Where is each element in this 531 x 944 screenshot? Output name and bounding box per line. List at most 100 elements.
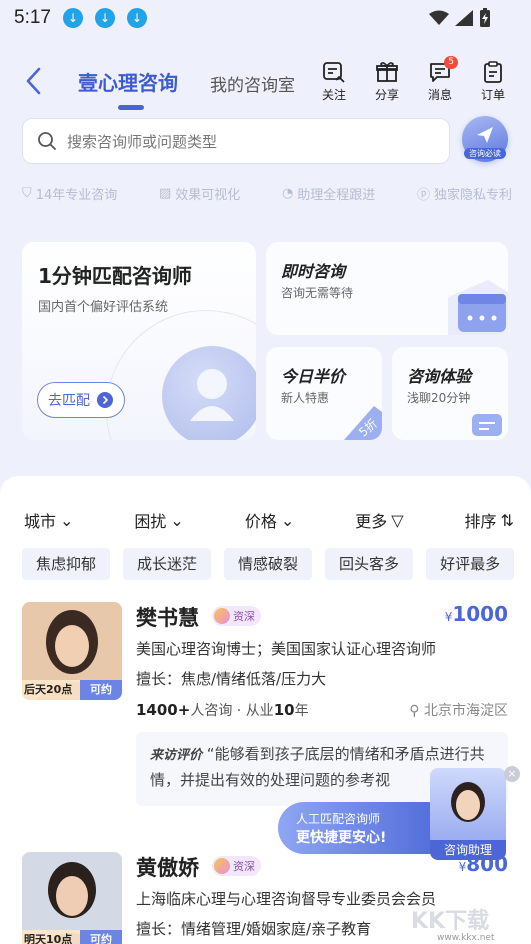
share-label: 分享: [374, 88, 399, 102]
battery-icon: [480, 8, 490, 27]
tab-my-consult-room[interactable]: 我的咨询室: [210, 71, 295, 96]
chat-bubble-icon: ◔: [281, 186, 294, 201]
counselor-name: 樊书慧: [136, 606, 199, 630]
wifi-icon: [429, 10, 449, 25]
tag-anxiety-depression[interactable]: 焦虑抑郁: [22, 548, 111, 580]
orders-label: 订单: [480, 88, 505, 102]
trial-consult-title: 咨询体验: [407, 367, 472, 386]
match-illustration: [162, 346, 256, 440]
messages-label: 消息: [427, 88, 452, 102]
availability-time: 后天20点: [22, 680, 80, 700]
bookable-label: 可约: [80, 680, 122, 700]
availability-time: 明天10点: [22, 930, 80, 944]
feature-item: ⛉ 14年专业咨询: [22, 186, 118, 203]
watermark: KK下载 www.kkx.net: [403, 900, 523, 943]
assistant-bubble[interactable]: 人工匹配咨询师 更快捷更安心!: [278, 802, 453, 854]
back-arrow-icon[interactable]: [22, 66, 46, 96]
bookable-label: 可约: [80, 930, 122, 944]
chevron-down-icon: ⌄: [170, 510, 184, 530]
counselor-stats: 1400+人咨询 · 从业10年: [136, 701, 309, 719]
search-icon: [38, 132, 56, 150]
instant-consult-subtitle: 咨询无需等待: [281, 286, 354, 300]
tag-relationship-breakup[interactable]: 情感破裂: [224, 548, 313, 580]
order-icon: [484, 61, 502, 83]
follow-label: 关注: [321, 88, 346, 102]
filter-problem[interactable]: 困扰 ⌄: [134, 508, 183, 532]
share-button[interactable]: 分享: [369, 60, 405, 103]
active-tab-indicator: [118, 105, 144, 110]
close-icon[interactable]: ×: [504, 766, 520, 782]
assistant-label: 咨询助理: [430, 840, 506, 860]
tag-returning-clients[interactable]: 回头客多: [325, 548, 414, 580]
counselor-credentials: 上海临床心理与心理咨询督导专业委员会会员: [136, 890, 437, 908]
search-placeholder: 搜索咨询师或问题类型: [67, 132, 218, 151]
chat-icon: [472, 414, 502, 436]
counselor-location: ⚲ 北京市海淀区: [409, 703, 508, 719]
availability-bar: 后天20点 可约: [22, 680, 122, 700]
chevron-down-icon: ⌄: [60, 510, 74, 530]
level-badge: 资深: [212, 606, 261, 626]
availability-bar: 明天10点 可约: [22, 930, 122, 944]
counselor-photo: 明天10点 可约: [22, 852, 122, 944]
counselor-specialty: 擅长：焦虑/情绪低落/压力大: [136, 670, 327, 688]
follow-button[interactable]: 关注: [316, 60, 352, 103]
counselor-specialty: 擅长：情绪管理/婚姻家庭/亲子教育: [136, 920, 372, 938]
status-bar: 5:17 ↓ ↓ ↓: [0, 0, 531, 36]
quick-match-title: 1分钟匹配咨询师: [38, 264, 192, 288]
medal-icon: [214, 608, 230, 624]
chevron-right-icon: [97, 392, 113, 408]
message-count-badge: 5: [444, 56, 458, 69]
quick-match-subtitle: 国内首个偏好评估系统: [38, 300, 169, 315]
sort-icon: ⇅: [500, 510, 514, 530]
instant-consult-title: 即时咨询: [281, 262, 346, 281]
status-time: 5:17: [14, 7, 51, 28]
quick-match-card[interactable]: 1分钟匹配咨询师 国内首个偏好评估系统 去匹配: [22, 242, 256, 440]
go-match-button[interactable]: 去匹配: [37, 382, 125, 418]
gift-icon: [376, 62, 398, 82]
topic-tags: 焦虑抑郁 成长迷茫 情感破裂 回头客多 好评最多: [22, 548, 531, 580]
filter-city[interactable]: 城市 ⌄: [24, 508, 73, 532]
counselor-credentials: 美国心理咨询博士；美国国家认证心理咨询师: [136, 640, 437, 658]
calendar-icon: [448, 280, 508, 335]
download-icon: ↓: [94, 8, 115, 28]
feature-item: ◔ 助理全程跟进: [281, 186, 376, 203]
filter-sort[interactable]: 排序 ⇅: [465, 508, 514, 532]
tag-most-praised[interactable]: 好评最多: [426, 548, 515, 580]
funnel-icon: ▽: [391, 510, 404, 530]
tab-yixinli-consult[interactable]: 壹心理咨询: [78, 67, 178, 96]
filter-bar: 城市 ⌄ 困扰 ⌄ 价格 ⌄ 更多 ▽ 排序 ⇅: [24, 508, 514, 532]
messages-button[interactable]: 5 消息: [422, 56, 458, 103]
assistant-widget[interactable]: 人工匹配咨询师 更快捷更安心! 咨询助理 ×: [278, 766, 520, 860]
trial-consult-card[interactable]: 咨询体验 浅聊20分钟: [392, 347, 508, 440]
half-price-title: 今日半价: [281, 367, 346, 386]
counselor-name: 黄傲娇: [136, 856, 199, 880]
half-price-subtitle: 新人特惠: [281, 391, 330, 405]
tag-growth-confusion[interactable]: 成长迷茫: [123, 548, 212, 580]
half-price-card[interactable]: 今日半价 新人特惠 5折: [266, 347, 382, 440]
filter-more[interactable]: 更多 ▽: [355, 508, 403, 532]
instant-consult-card[interactable]: 即时咨询 咨询无需等待: [266, 242, 508, 335]
trial-consult-subtitle: 浅聊20分钟: [407, 391, 471, 405]
signal-icon: [455, 10, 473, 26]
patent-icon: ⓟ: [416, 188, 430, 203]
svg-text:www.kkx.net: www.kkx.net: [437, 933, 495, 942]
shield-icon: ⛉: [22, 186, 32, 201]
status-icons: [429, 8, 491, 28]
paper-plane-icon: [477, 127, 493, 143]
follow-icon: [323, 62, 345, 83]
orders-button[interactable]: 订单: [475, 60, 511, 103]
medal-icon: [214, 858, 230, 874]
header: 壹心理咨询 我的咨询室 关注 分享 5 消息 订单: [0, 50, 531, 110]
search-bar[interactable]: 搜索咨询师或问题类型: [22, 118, 450, 164]
counselor-photo: 后天20点 可约: [22, 602, 122, 700]
filter-price[interactable]: 价格 ⌄: [245, 508, 294, 532]
location-pin-icon: ⚲: [409, 703, 420, 719]
must-read-label: 咨询必读: [464, 148, 506, 159]
level-badge: 资深: [212, 856, 261, 876]
consult-must-read-button[interactable]: 咨询必读: [462, 116, 508, 162]
feature-item: ▨ 效果可视化: [158, 186, 241, 203]
feature-item: ⓟ 独家隐私专利: [417, 184, 512, 203]
download-icon: ↓: [62, 8, 83, 28]
svg-text:KK下载: KK下载: [411, 908, 489, 934]
chevron-down-icon: ⌄: [280, 510, 295, 530]
